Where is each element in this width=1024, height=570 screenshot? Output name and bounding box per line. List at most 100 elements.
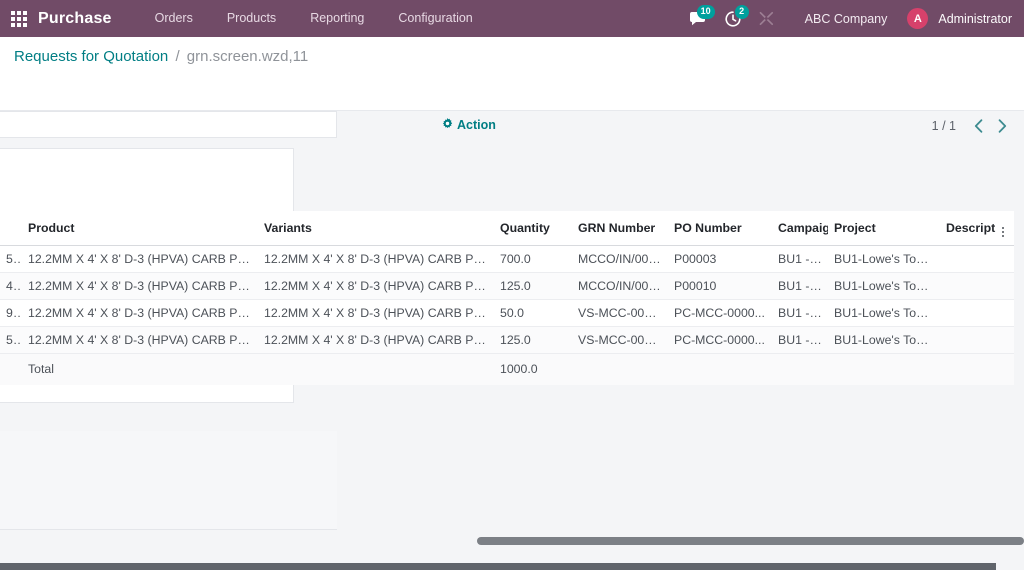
cell-po-number: P00003 xyxy=(668,246,772,273)
table-header: Product Variants Quantity GRN Number PO … xyxy=(0,211,1014,246)
cell-edge: 4:... xyxy=(0,273,22,300)
pager-previous-button[interactable] xyxy=(968,115,988,137)
table-body: 5:... 12.2MM X 4' X 8' D-3 (HPVA) CARB P… xyxy=(0,246,1014,386)
table-row[interactable]: 9:... 12.2MM X 4' X 8' D-3 (HPVA) CARB P… xyxy=(0,300,1014,327)
table-horizontal-scrollbar[interactable] xyxy=(0,563,996,570)
breadcrumb-separator: / xyxy=(175,48,179,65)
cell-po-number: PC-MCC-0000... xyxy=(668,327,772,354)
cell-spacer xyxy=(668,354,772,386)
cell-campaign: BU1 - CSUS xyxy=(772,273,828,300)
activities-badge: 2 xyxy=(735,5,749,19)
cell-project: BU1-Lowe's Top Ch... xyxy=(828,246,940,273)
app-brand-title[interactable]: Purchase xyxy=(38,10,112,28)
cell-spacer xyxy=(572,354,668,386)
cell-quantity: 700.0 xyxy=(494,246,572,273)
cell-po-number: P00010 xyxy=(668,273,772,300)
wrench-tools-icon xyxy=(759,11,774,26)
messages-button[interactable]: 10 xyxy=(681,0,716,37)
cell-variants: 12.2MM X 4' X 8' D-3 (HPVA) CARB P2 RED … xyxy=(258,300,494,327)
cell-spacer xyxy=(996,354,1014,386)
breadcrumb-current: grn.screen.wzd,11 xyxy=(187,48,308,65)
cell-campaign: BU1 - CSUS xyxy=(772,246,828,273)
cell-project: BU1-Lowe's Top Ch... xyxy=(828,300,940,327)
cell-variants: 12.2MM X 4' X 8' D-3 (HPVA) CARB P2 RED … xyxy=(258,273,494,300)
menu-item-orders[interactable]: Orders xyxy=(138,0,210,37)
apps-menu-button[interactable] xyxy=(0,0,38,37)
pager-next-button[interactable] xyxy=(992,115,1012,137)
column-header-po-number[interactable]: PO Number xyxy=(668,211,772,246)
cell-edge: 5:... xyxy=(0,246,22,273)
debug-tools-button[interactable] xyxy=(750,0,783,37)
table-row[interactable]: 5:... 12.2MM X 4' X 8' D-3 (HPVA) CARB P… xyxy=(0,327,1014,354)
records-table-container: Product Variants Quantity GRN Number PO … xyxy=(0,211,996,385)
menu-item-products[interactable]: Products xyxy=(210,0,293,37)
company-switcher[interactable]: ABC Company xyxy=(783,12,904,26)
cell-spacer xyxy=(996,273,1014,300)
page-horizontal-scrollbar[interactable] xyxy=(0,535,1024,546)
cell-spacer xyxy=(996,327,1014,354)
cell-edge: 9:... xyxy=(0,300,22,327)
column-header-campaign[interactable]: Campaign xyxy=(772,211,828,246)
cell-grn-number: VS-MCC-000011 xyxy=(572,327,668,354)
kebab-menu-icon xyxy=(1002,227,1004,237)
avatar: A xyxy=(907,8,928,29)
activities-button[interactable]: 2 xyxy=(716,0,750,37)
column-header-product[interactable]: Product xyxy=(22,211,258,246)
cell-description xyxy=(940,246,996,273)
cell-project: BU1-Lowe's Top Ch... xyxy=(828,327,940,354)
cell-description xyxy=(940,300,996,327)
control-panel: Requests for Quotation / grn.screen.wzd,… xyxy=(0,37,1024,111)
action-button-label: Action xyxy=(457,118,496,132)
chevron-right-icon xyxy=(998,119,1007,133)
cell-spacer xyxy=(828,354,940,386)
table-total-row: Total 1000.0 xyxy=(0,354,1014,386)
main-menu: Orders Products Reporting Configuration xyxy=(138,0,490,37)
breadcrumb: Requests for Quotation / grn.screen.wzd,… xyxy=(14,47,308,67)
cell-spacer xyxy=(258,354,494,386)
optional-columns-toggle[interactable] xyxy=(996,211,1014,246)
cell-po-number: PC-MCC-0000... xyxy=(668,300,772,327)
cell-quantity: 125.0 xyxy=(494,327,572,354)
table-row[interactable]: 5:... 12.2MM X 4' X 8' D-3 (HPVA) CARB P… xyxy=(0,246,1014,273)
cell-campaign: BU1 - CSUS xyxy=(772,327,828,354)
table-scrollbar-thumb[interactable] xyxy=(0,563,996,570)
cell-grn-number: MCCO/IN/000... xyxy=(572,273,668,300)
column-header-variants[interactable]: Variants xyxy=(258,211,494,246)
column-header-quantity[interactable]: Quantity xyxy=(494,211,572,246)
cell-spacer xyxy=(940,354,996,386)
total-quantity: 1000.0 xyxy=(494,354,572,386)
cell-variants: 12.2MM X 4' X 8' D-3 (HPVA) CARB P2 RED … xyxy=(258,246,494,273)
cell-grn-number: VS-MCC-000010 xyxy=(572,300,668,327)
cell-description xyxy=(940,327,996,354)
breadcrumb-parent-link[interactable]: Requests for Quotation xyxy=(14,48,168,65)
column-header-description[interactable]: Descripti... xyxy=(940,211,996,246)
cell-edge xyxy=(0,354,22,386)
cell-description xyxy=(940,273,996,300)
column-header-edge xyxy=(0,211,22,246)
apps-grid-icon xyxy=(11,11,27,27)
top-navbar: Purchase Orders Products Reporting Confi… xyxy=(0,0,1024,37)
user-name-label: Administrator xyxy=(938,12,1012,26)
table-row[interactable]: 4:... 12.2MM X 4' X 8' D-3 (HPVA) CARB P… xyxy=(0,273,1014,300)
cell-product: 12.2MM X 4' X 8' D-3 (HPVA) CARB P2 RED … xyxy=(22,273,258,300)
menu-item-configuration[interactable]: Configuration xyxy=(381,0,489,37)
action-button[interactable]: Action xyxy=(442,118,496,132)
cell-product: 12.2MM X 4' X 8' D-3 (HPVA) CARB P2 RED … xyxy=(22,300,258,327)
column-header-grn-number[interactable]: GRN Number xyxy=(572,211,668,246)
cell-quantity: 125.0 xyxy=(494,273,572,300)
table-header-row: Product Variants Quantity GRN Number PO … xyxy=(0,211,1014,246)
form-sheet-bottom-panel xyxy=(0,431,337,530)
cell-product: 12.2MM X 4' X 8' D-3 (HPVA) CARB P2 RED … xyxy=(22,246,258,273)
user-menu[interactable]: A Administrator xyxy=(903,8,1012,29)
control-panel-buttons: Action xyxy=(442,116,496,134)
cell-variants: 12.2MM X 4' X 8' D-3 (HPVA) CARB P2 RED … xyxy=(258,327,494,354)
column-header-project[interactable]: Project xyxy=(828,211,940,246)
cell-campaign: BU1 - CSUS xyxy=(772,300,828,327)
page-scrollbar-thumb[interactable] xyxy=(477,537,1024,545)
menu-item-reporting[interactable]: Reporting xyxy=(293,0,381,37)
chevron-left-icon xyxy=(974,119,983,133)
cell-grn-number: MCCO/IN/000... xyxy=(572,246,668,273)
cell-edge: 5:... xyxy=(0,327,22,354)
records-table: Product Variants Quantity GRN Number PO … xyxy=(0,211,1014,385)
cell-quantity: 50.0 xyxy=(494,300,572,327)
